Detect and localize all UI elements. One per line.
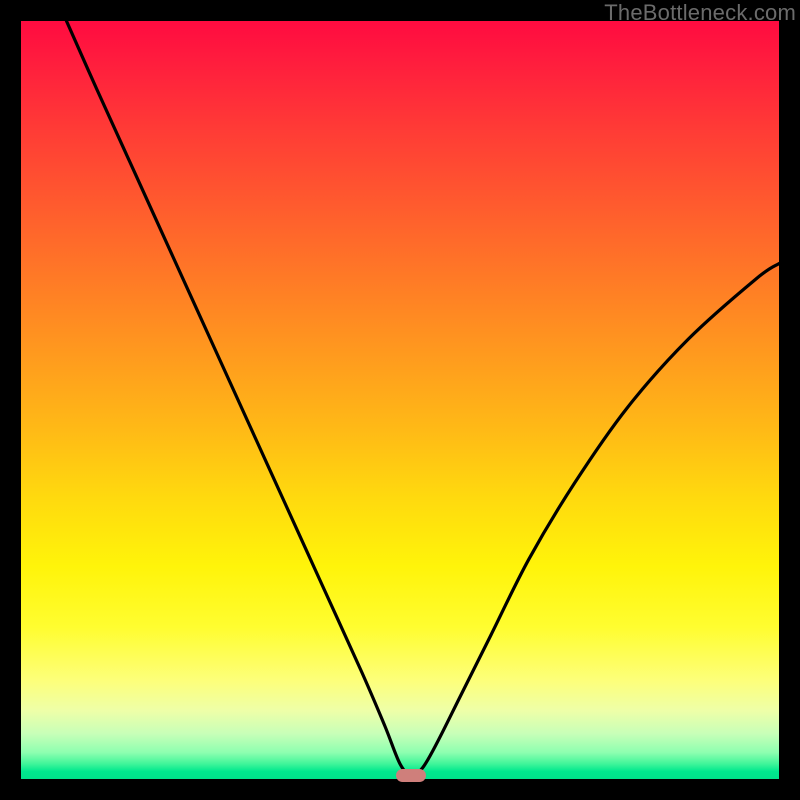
chart-frame: TheBottleneck.com <box>0 0 800 800</box>
bottleneck-curve <box>21 21 779 779</box>
plot-area <box>21 21 779 779</box>
minimum-marker <box>396 769 426 782</box>
watermark-text: TheBottleneck.com <box>604 0 796 26</box>
